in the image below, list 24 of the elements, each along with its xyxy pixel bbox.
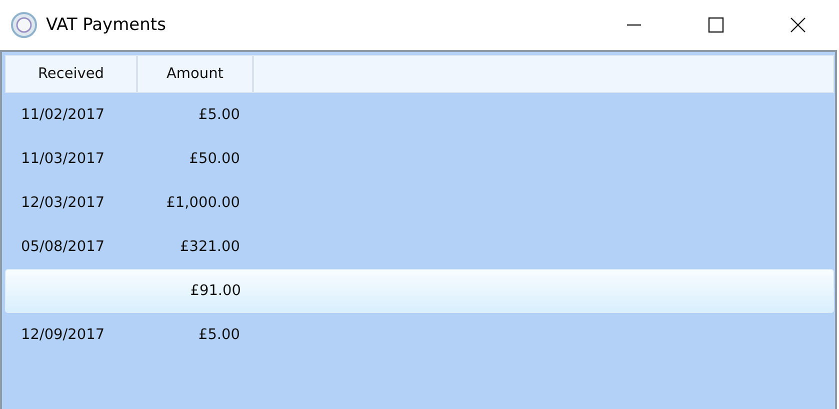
table-cell: 05/08/2017 <box>21 239 105 255</box>
column-header[interactable]: Received <box>6 56 138 92</box>
table-cell: £5.00 <box>198 107 240 123</box>
table-row[interactable]: 11/02/2017 £5.00 <box>5 93 834 137</box>
column-header[interactable]: Amount <box>138 56 254 92</box>
maximize-icon <box>708 17 724 33</box>
table-row[interactable]: 12/09/2017 £5.00 <box>5 313 834 357</box>
selected-row[interactable]: £91.00 <box>5 269 834 313</box>
table-cell: £1,000.00 <box>166 195 240 211</box>
table-row[interactable]: 12/03/2017 £1,000.00 <box>5 181 834 225</box>
close-icon <box>790 17 806 33</box>
table-cell: 11/03/2017 <box>21 151 105 167</box>
table-cell: 12/03/2017 <box>21 195 105 211</box>
table-cell: £5.00 <box>198 327 240 343</box>
app-logo-icon <box>11 12 37 38</box>
minimize-icon <box>627 24 641 26</box>
window-title: VAT Payments <box>46 15 166 35</box>
table-cell: 11/02/2017 <box>21 107 105 123</box>
table-row[interactable]: 05/08/2017 £321.00 <box>5 225 834 269</box>
table-cell: 12/09/2017 <box>21 327 105 343</box>
table-cell: £321.00 <box>180 239 240 255</box>
table-row[interactable]: 11/03/2017 £50.00 <box>5 137 834 181</box>
table-cell: £91.00 <box>190 283 241 299</box>
table-cell: £50.00 <box>189 151 240 167</box>
